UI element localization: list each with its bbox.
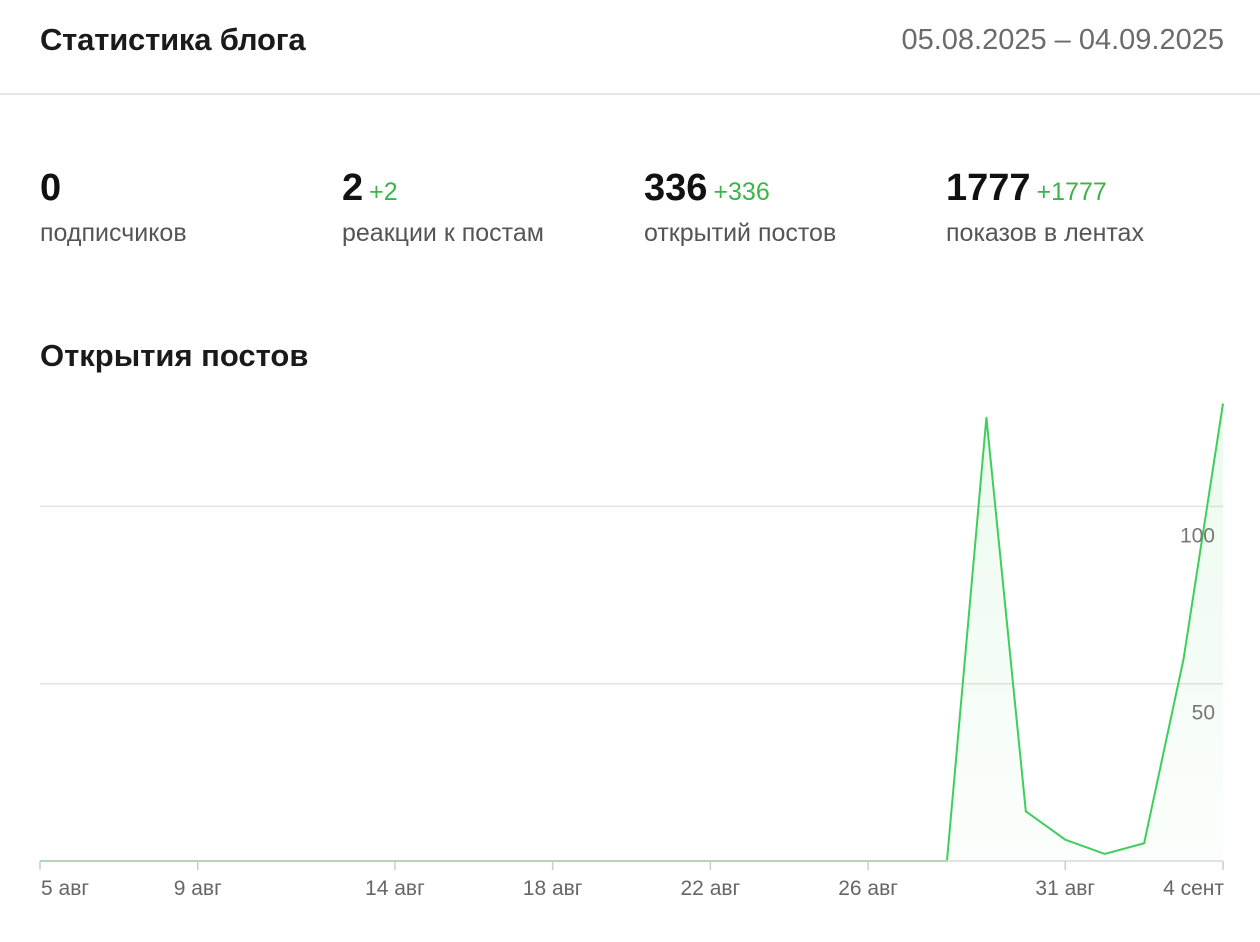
- stat-label: реакции к постам: [342, 219, 544, 247]
- stat-delta: +1777: [1036, 178, 1107, 206]
- chart-line-layer: [40, 400, 1227, 862]
- y-tick-label: 100: [1180, 524, 1215, 547]
- stat-feed-impressions: 1777 +1777 показов в лентах: [946, 165, 1144, 248]
- stat-delta: +336: [713, 178, 770, 206]
- data-point[interactable]: [1219, 400, 1227, 408]
- x-tick-label: 4 сент: [1163, 877, 1224, 900]
- data-point[interactable]: [1061, 836, 1069, 844]
- chart-grid: [40, 505, 1223, 685]
- stat-label: открытий постов: [644, 219, 837, 247]
- x-tick-label: 26 авг: [838, 877, 898, 900]
- series-area: [40, 403, 1223, 861]
- stat-post-opens: 336 +336 открытий постов: [644, 165, 836, 248]
- stat-value: 336: [644, 167, 708, 209]
- x-tick-label: 31 авг: [1035, 877, 1095, 900]
- stat-delta: +2: [369, 178, 398, 206]
- post-opens-chart[interactable]: 5 авг 9 авг 14 авг 18 авг 22 авг 26 авг 31 авг…: [0, 400, 1260, 930]
- stat-value: 0: [40, 167, 62, 209]
- stat-label: подписчиков: [40, 219, 187, 247]
- x-tick-label: 14 авг: [365, 877, 425, 900]
- chart-area-layer: [40, 403, 1223, 861]
- stat-reactions: 2 +2 реакции к постам: [342, 165, 544, 248]
- data-point[interactable]: [1180, 655, 1188, 663]
- stats-row: 0 подписчиков 2 +2 реакции к постам 336 +3…: [40, 165, 1230, 265]
- page-title: Статистика блога: [40, 22, 306, 57]
- stat-value: 2: [342, 167, 364, 209]
- data-point[interactable]: [982, 414, 990, 422]
- chart-x-axis: 5 авг 9 авг 14 авг 18 авг 22 авг 26 авг 31 авг…: [39, 860, 1224, 900]
- data-point[interactable]: [1140, 839, 1148, 847]
- data-point[interactable]: [1022, 807, 1030, 815]
- x-tick-label: 9 авг: [174, 877, 222, 900]
- x-tick-label: 22 авг: [681, 877, 741, 900]
- x-tick-label: 18 авг: [523, 877, 583, 900]
- series-line: [40, 403, 1224, 862]
- x-tick-label: 5 авг: [41, 877, 89, 900]
- header: Статистика блога 05.08.2025 – 04.09.2025: [0, 0, 1260, 95]
- y-tick-label: 50: [1192, 702, 1215, 725]
- date-range-selector[interactable]: 05.08.2025 – 04.09.2025: [901, 24, 1224, 57]
- stat-value: 1777: [946, 167, 1031, 209]
- stat-subscribers: 0 подписчиков: [40, 165, 187, 248]
- stat-label: показов в лентах: [946, 219, 1144, 247]
- data-point[interactable]: [1101, 850, 1109, 858]
- chart-section-title: Открытия постов: [40, 338, 309, 373]
